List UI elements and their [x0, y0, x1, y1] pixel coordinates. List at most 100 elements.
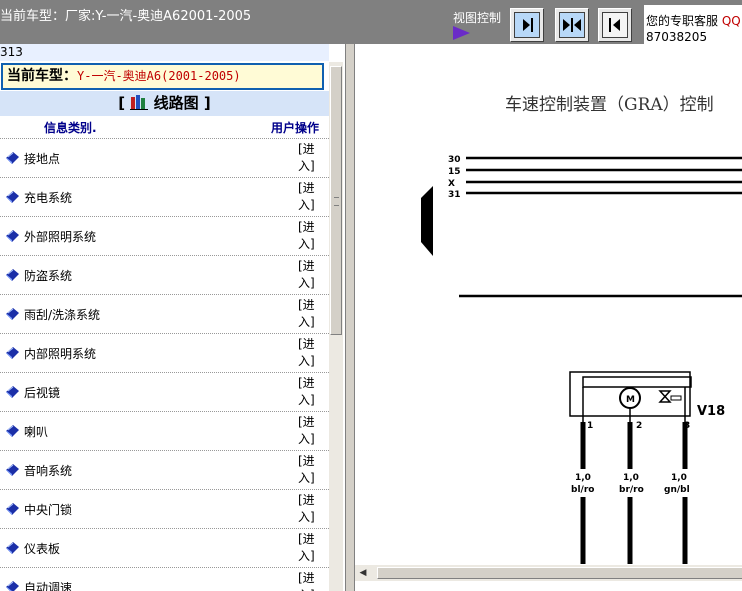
list-item[interactable]: 仪表板 [进 入]	[0, 529, 329, 568]
pin-2: 2	[636, 421, 642, 431]
enter-link-line2[interactable]: 入]	[298, 354, 315, 368]
rail-label-x: X	[448, 179, 455, 189]
split-view-button[interactable]	[555, 8, 589, 42]
enter-link[interactable]: [进入]	[298, 336, 322, 370]
enter-link-line1[interactable]: [进	[298, 571, 315, 585]
book-icon	[6, 308, 19, 320]
enter-link-line1[interactable]: [进	[298, 298, 315, 312]
top-bar: 当前车型：厂家:Y-一汽-奥迪A62001-2005 视图控制 您的专职客服 Q…	[0, 0, 742, 44]
book-icon	[6, 581, 19, 591]
arrows-in-icon	[563, 18, 581, 32]
enter-link[interactable]: [进入]	[298, 453, 322, 487]
list-item[interactable]: 自动调速 [进入]	[0, 568, 329, 591]
pin-1: 1	[587, 421, 593, 431]
list-item[interactable]: 喇叭 [进入]	[0, 412, 329, 451]
book-icon	[6, 347, 19, 359]
book-icon	[6, 191, 19, 203]
enter-link[interactable]: [进入]	[298, 141, 322, 175]
enter-link-line1[interactable]: [进	[298, 415, 315, 429]
qq-link[interactable]: QQ	[722, 14, 741, 28]
enter-link-line1[interactable]: [进	[298, 493, 315, 507]
customer-service-label: 您的专职客服	[646, 14, 719, 28]
enter-link-line2[interactable]: 入]	[298, 549, 315, 563]
rail-label-15: 15	[448, 167, 461, 177]
enter-link-line2[interactable]: 入]	[298, 159, 315, 173]
list-item[interactable]: 内部照明系统 [进入]	[0, 334, 329, 373]
book-icon	[6, 386, 19, 398]
list-item-label: 内部照明系统	[24, 347, 97, 361]
enter-link-line2[interactable]: 入]	[298, 510, 315, 524]
scrollbar-thumb[interactable]	[330, 66, 342, 335]
enter-link[interactable]: [进入]	[298, 531, 322, 565]
list-item[interactable]: 雨刮/洗涤系统 [进 入]	[0, 295, 329, 334]
gauge-3: 1,0	[671, 473, 687, 483]
enter-link-line1[interactable]: [进	[298, 220, 315, 234]
car-model-label: 当前车型：	[7, 68, 77, 84]
enter-link-line2[interactable]: 入]	[298, 393, 315, 407]
enter-link-line2[interactable]: 入]	[298, 276, 315, 290]
car-model-value: Y-一汽-奥迪A6(2001-2005)	[77, 69, 241, 83]
enter-link-line1[interactable]: [进	[298, 337, 315, 351]
scroll-left-icon[interactable]: ◀	[357, 567, 369, 579]
enter-link[interactable]: [进入]	[298, 570, 322, 591]
column-headers: 信息类别. 用户操作	[0, 116, 329, 139]
switch-icon	[658, 390, 672, 403]
section-header: [ 线路图 ]	[0, 91, 329, 116]
horizontal-scrollbar[interactable]: ◀	[355, 565, 742, 581]
enter-link-line2[interactable]: 入]	[298, 315, 315, 329]
enter-link-line2[interactable]: 入]	[298, 471, 315, 485]
collapse-arrow-icon[interactable]	[421, 186, 433, 256]
horizontal-scrollbar-thumb[interactable]	[377, 567, 742, 579]
column-category: 信息类别.	[44, 121, 97, 135]
enter-link[interactable]: [进入]	[298, 297, 322, 331]
enter-link-line1[interactable]: [进	[298, 259, 315, 273]
list-item[interactable]: 音响系统 [进 入]	[0, 451, 329, 490]
list-item-label: 自动调速	[24, 581, 73, 591]
expand-right-button[interactable]	[510, 8, 544, 42]
customer-service-box: 您的专职客服 QQ 87038205	[644, 5, 742, 44]
column-action: 用户操作	[271, 121, 320, 135]
wiring-diagram: 30 15 X 31 M V18 1 2 3 1,0 1,0 1,0 bl/ro	[421, 155, 742, 564]
enter-link[interactable]: [进入]	[298, 414, 322, 448]
page-number: 313	[0, 44, 329, 61]
book-icon	[6, 425, 19, 437]
vertical-scrollbar[interactable]	[329, 62, 343, 591]
diagram-pane: 30 15 X 31 M V18 1 2 3 1,0 1,0 1,0 bl/ro	[354, 44, 742, 591]
enter-link[interactable]: [进入]	[298, 180, 322, 214]
enter-link-line1[interactable]: [进	[298, 376, 315, 390]
enter-link-line2[interactable]: 入]	[298, 198, 315, 212]
books-icon	[130, 94, 149, 110]
enter-link-line2[interactable]: 入]	[298, 432, 315, 446]
gauge-2: 1,0	[623, 473, 639, 483]
list-item-label: 中央门锁	[24, 503, 73, 517]
enter-link-line1[interactable]: [进	[298, 181, 315, 195]
enter-link-line1[interactable]: [进	[298, 142, 315, 156]
bracket-open: [	[118, 94, 126, 112]
current-car-box: 当前车型：Y-一汽-奥迪A6(2001-2005)	[1, 63, 324, 90]
list-item[interactable]: 防盗系统 [进入]	[0, 256, 329, 295]
customer-service-phone: 87038205	[646, 30, 708, 44]
list-item[interactable]: 中央门锁 [进入]	[0, 490, 329, 529]
enter-link[interactable]: [进入]	[298, 219, 322, 253]
enter-link-line1[interactable]: [进	[298, 532, 315, 546]
left-pane: 313 当前车型：Y-一汽-奥迪A6(2001-2005) [ 线路图 ] 信息…	[0, 44, 346, 591]
list-item-label: 后视镜	[24, 386, 61, 400]
list-item-label: 防盗系统	[24, 269, 73, 283]
enter-link[interactable]: [进入]	[298, 492, 322, 526]
diagram-title: 车速控制装置（GRA）控制	[505, 95, 714, 115]
list-item-label: 喇叭	[24, 425, 49, 439]
list-item[interactable]: 外部照明系统 [进 入]	[0, 217, 329, 256]
book-icon	[6, 230, 19, 242]
list-item-label: 接地点	[24, 152, 61, 166]
enter-link[interactable]: [进入]	[298, 258, 322, 292]
play-arrow-icon[interactable]	[453, 26, 470, 40]
enter-link[interactable]: [进入]	[298, 375, 322, 409]
list-item[interactable]: 接地点 [进入]	[0, 139, 329, 178]
view-control-label: 视图控制	[453, 11, 502, 25]
enter-link-line1[interactable]: [进	[298, 454, 315, 468]
list-item[interactable]: 后视镜 [进入]	[0, 373, 329, 412]
book-icon	[6, 464, 19, 476]
expand-left-button[interactable]	[598, 8, 632, 42]
list-item[interactable]: 充电系统 [进 入]	[0, 178, 329, 217]
enter-link-line2[interactable]: 入]	[298, 237, 315, 251]
